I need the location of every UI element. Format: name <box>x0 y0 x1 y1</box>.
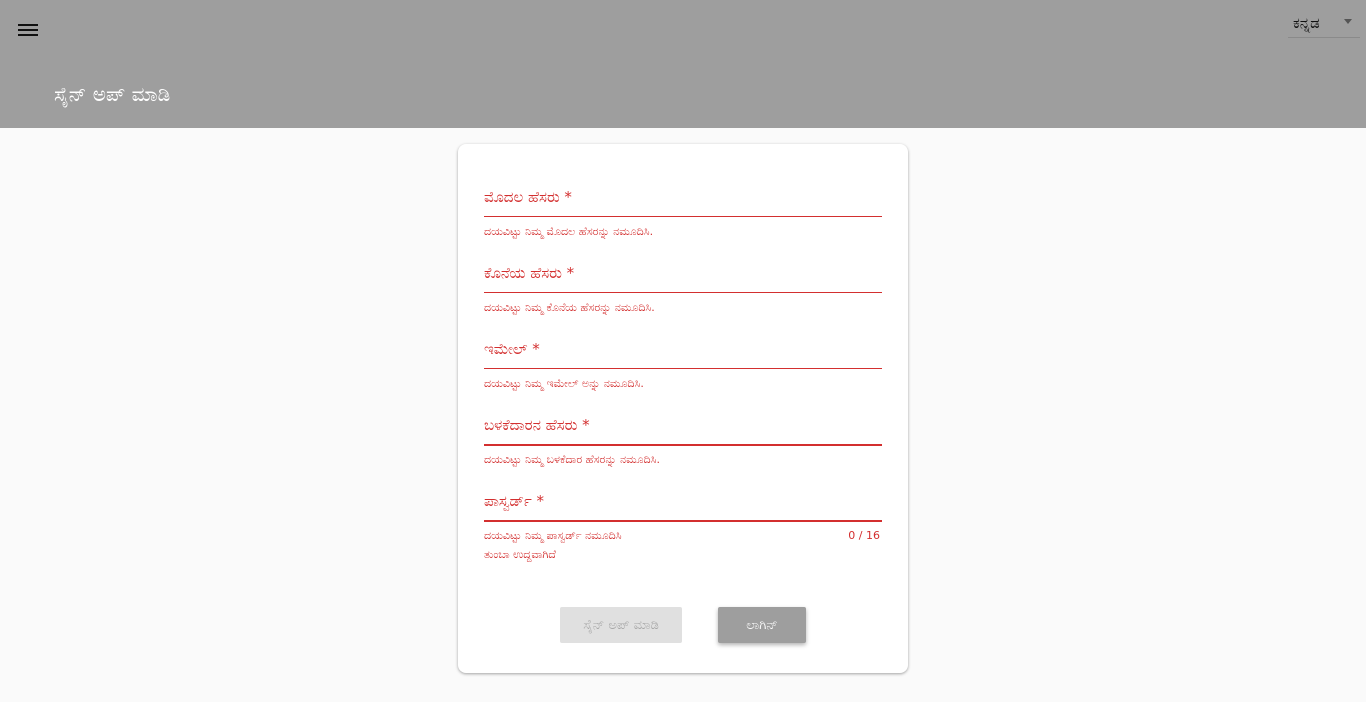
email-label: ಇಮೇಲ್ * <box>484 340 540 358</box>
email-error: ದಯವಿಟ್ಟು ನಿಮ್ಮ ಇಮೇಲ್ ಅನ್ನು ನಮೂದಿಸಿ. <box>484 377 644 390</box>
password-underline <box>484 520 882 522</box>
username-label: ಬಳಕೆದಾರನ ಹೆಸರು * <box>484 416 590 434</box>
signup-form-card: ಮೊದಲ ಹೆಸರು * ದಯವಿಟ್ಟು ನಿಮ್ಮ ಮೊದಲ ಹೆಸರನ್ನ… <box>458 144 908 673</box>
password-error: ದಯವಿಟ್ಟು ನಿಮ್ಮ ಪಾಸ್ವರ್ಡ್ ನಮೂದಿಸಿ <box>484 529 622 542</box>
language-selected-value: ಕನ್ನಡ <box>1293 14 1320 32</box>
username-underline <box>484 444 882 446</box>
signup-button[interactable]: ಸೈನ್ ಅಪ್ ಮಾಡಿ <box>560 607 682 643</box>
password-too-long-error: ತುಂಬಾ ಉದ್ದವಾಗಿದೆ <box>484 548 556 561</box>
email-underline <box>484 368 882 369</box>
login-button[interactable]: ಲಾಗಿನ್ <box>718 607 806 643</box>
last-name-label: ಕೊನೆಯ ಹೆಸರು * <box>484 264 575 282</box>
username-error: ದಯವಿಟ್ಟು ನಿಮ್ಮ ಬಳಕೆದಾರ ಹೆಸರನ್ನು ನಮೂದಿಸಿ. <box>484 453 660 466</box>
first-name-error: ದಯವಿಟ್ಟು ನಿಮ್ಮ ಮೊದಲ ಹೆಸರನ್ನು ನಮೂದಿಸಿ. <box>484 225 654 238</box>
password-char-counter: 0 / 16 <box>848 529 880 542</box>
hamburger-menu-icon[interactable] <box>12 14 44 46</box>
first-name-underline <box>484 216 882 217</box>
app-bar: ಕನ್ನಡ ಸೈನ್ ಅಪ್ ಮಾಡಿ <box>0 0 1366 128</box>
language-select[interactable]: ಕನ್ನಡ <box>1288 8 1360 38</box>
dropdown-arrow-icon <box>1344 19 1352 24</box>
password-label: ಪಾಸ್ವರ್ಡ್ * <box>484 492 545 510</box>
last-name-underline <box>484 292 882 293</box>
page-title: ಸೈನ್ ಅಪ್ ಮಾಡಿ <box>54 82 171 106</box>
first-name-label: ಮೊದಲ ಹೆಸರು * <box>484 188 572 206</box>
last-name-error: ದಯವಿಟ್ಟು ನಿಮ್ಮ ಕೊನೆಯ ಹೆಸರನ್ನು ನಮೂದಿಸಿ. <box>484 301 655 314</box>
